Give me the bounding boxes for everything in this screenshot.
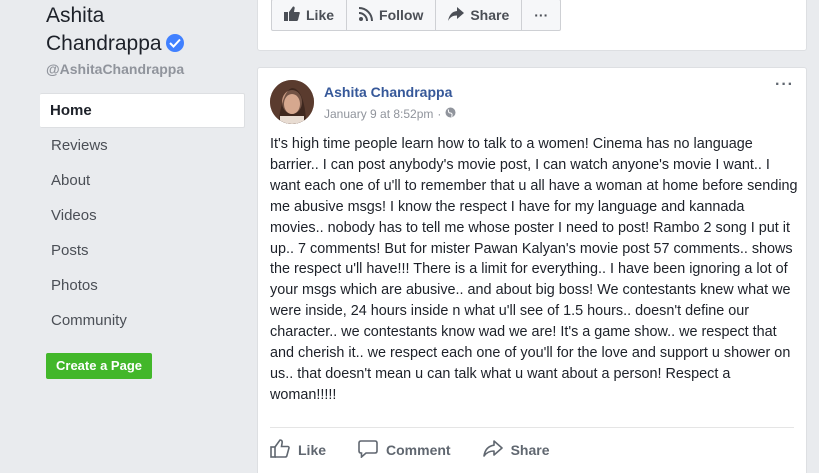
post-card: Ashita Chandrappa January 9 at 8:52pm · …: [257, 67, 807, 473]
nav-item-about[interactable]: About: [40, 163, 245, 198]
page-sidebar: Ashita Chandrappa @AshitaChandrappa Home…: [0, 0, 250, 473]
create-page-button[interactable]: Create a Page: [46, 353, 152, 379]
page-action-bar: Like Follow Share ···: [271, 0, 562, 31]
globe-icon: [445, 107, 456, 121]
post-actions-bar: Like Comment Share: [270, 434, 582, 466]
post-meta: January 9 at 8:52pm ·: [324, 107, 456, 121]
page-name-line2[interactable]: Chandrappa: [46, 32, 162, 55]
rss-icon: [358, 6, 379, 24]
nav-item-photos[interactable]: Photos: [40, 268, 245, 303]
post-timestamp[interactable]: January 9 at 8:52pm: [324, 107, 433, 121]
page-more-button[interactable]: ···: [522, 0, 560, 30]
nav-item-videos[interactable]: Videos: [40, 198, 245, 233]
page-username: @AshitaChandrappa: [46, 61, 185, 77]
page-nav: Home Reviews About Videos Posts Photos C…: [40, 93, 245, 338]
share-arrow-outline-icon: [482, 440, 511, 460]
avatar-image: [270, 80, 314, 124]
post-share-button[interactable]: Share: [482, 440, 550, 460]
meta-separator: ·: [437, 107, 442, 121]
nav-item-home[interactable]: Home: [40, 93, 245, 128]
author-avatar[interactable]: [270, 80, 314, 124]
page-like-button[interactable]: Like: [272, 0, 348, 30]
page-follow-button[interactable]: Follow: [347, 0, 437, 30]
thumbs-up-icon: [284, 6, 306, 24]
post-like-button[interactable]: Like: [270, 439, 326, 461]
nav-item-posts[interactable]: Posts: [40, 233, 245, 268]
post-share-label: Share: [510, 442, 550, 458]
post-divider: [270, 427, 794, 428]
post-comment-button[interactable]: Comment: [358, 439, 451, 461]
share-arrow-icon: [448, 6, 470, 24]
verified-badge-icon: [165, 34, 184, 52]
page-share-label: Share: [470, 7, 510, 23]
page-name[interactable]: Ashita Chandrappa: [46, 2, 246, 58]
comment-bubble-icon: [358, 439, 386, 461]
page-name-line1[interactable]: Ashita: [46, 2, 246, 30]
page-like-label: Like: [306, 7, 335, 23]
post-comment-label: Comment: [386, 442, 451, 458]
thumbs-up-outline-icon: [270, 439, 298, 461]
nav-item-reviews[interactable]: Reviews: [40, 128, 245, 163]
post-options-button[interactable]: ···: [775, 77, 794, 93]
page-actions-card: Like Follow Share ···: [257, 0, 807, 51]
page-share-button[interactable]: Share: [436, 0, 523, 30]
page-follow-label: Follow: [379, 7, 424, 23]
nav-item-community[interactable]: Community: [40, 303, 245, 338]
post-author-name[interactable]: Ashita Chandrappa: [324, 84, 452, 100]
post-like-label: Like: [298, 442, 327, 458]
more-options-label: ···: [534, 7, 549, 23]
post-body: It's high time people learn how to talk …: [270, 136, 798, 403]
